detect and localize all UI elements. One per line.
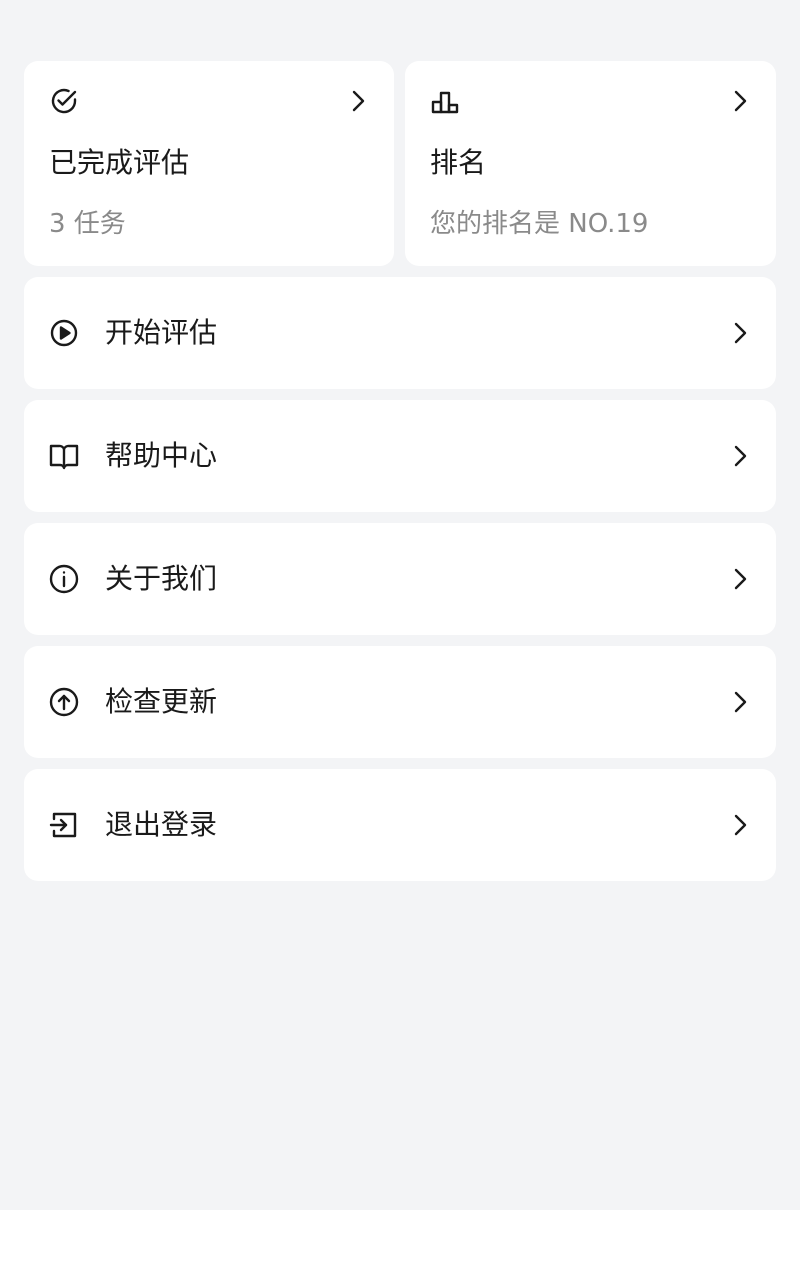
- menu-item-label: 帮助中心: [105, 439, 218, 472]
- profile-screen: 已完成评估 3 任务 排名 您的排名是 NO.19 开始评估 帮助中心 关于我们…: [0, 0, 800, 1210]
- chevron-right-icon: [728, 89, 752, 113]
- menu-item-start-evaluation[interactable]: 开始评估: [24, 277, 776, 389]
- menu-item-help-center[interactable]: 帮助中心: [24, 400, 776, 512]
- menu-item-label: 退出登录: [105, 808, 218, 841]
- menu-item-about-us[interactable]: 关于我们: [24, 523, 776, 635]
- chevron-right-icon: [728, 690, 752, 714]
- completed-evaluations-card[interactable]: 已完成评估 3 任务: [24, 61, 394, 266]
- completed-tasks-count: 3 任务: [49, 209, 126, 239]
- ranking-value: 您的排名是 NO.19: [430, 209, 649, 239]
- info-icon: [48, 563, 80, 595]
- logout-icon: [48, 809, 80, 841]
- ranking-title: 排名: [430, 146, 487, 179]
- chevron-right-icon: [728, 321, 752, 345]
- bottom-bar: [0, 1210, 800, 1280]
- chevron-right-icon: [728, 444, 752, 468]
- menu-item-logout[interactable]: 退出登录: [24, 769, 776, 881]
- ranking-card[interactable]: 排名 您的排名是 NO.19: [405, 61, 776, 266]
- menu-item-label: 检查更新: [105, 685, 218, 718]
- completed-evaluations-title: 已完成评估: [49, 146, 190, 179]
- menu-item-check-update[interactable]: 检查更新: [24, 646, 776, 758]
- chevron-right-icon: [728, 813, 752, 837]
- bar-chart-icon: [429, 85, 461, 117]
- check-circle-icon: [48, 85, 80, 117]
- chevron-right-icon: [346, 89, 370, 113]
- menu-item-label: 开始评估: [105, 316, 218, 349]
- menu-item-label: 关于我们: [105, 562, 218, 595]
- chevron-right-icon: [728, 567, 752, 591]
- play-circle-icon: [48, 317, 80, 349]
- book-icon: [48, 440, 80, 472]
- upload-circle-icon: [48, 686, 80, 718]
